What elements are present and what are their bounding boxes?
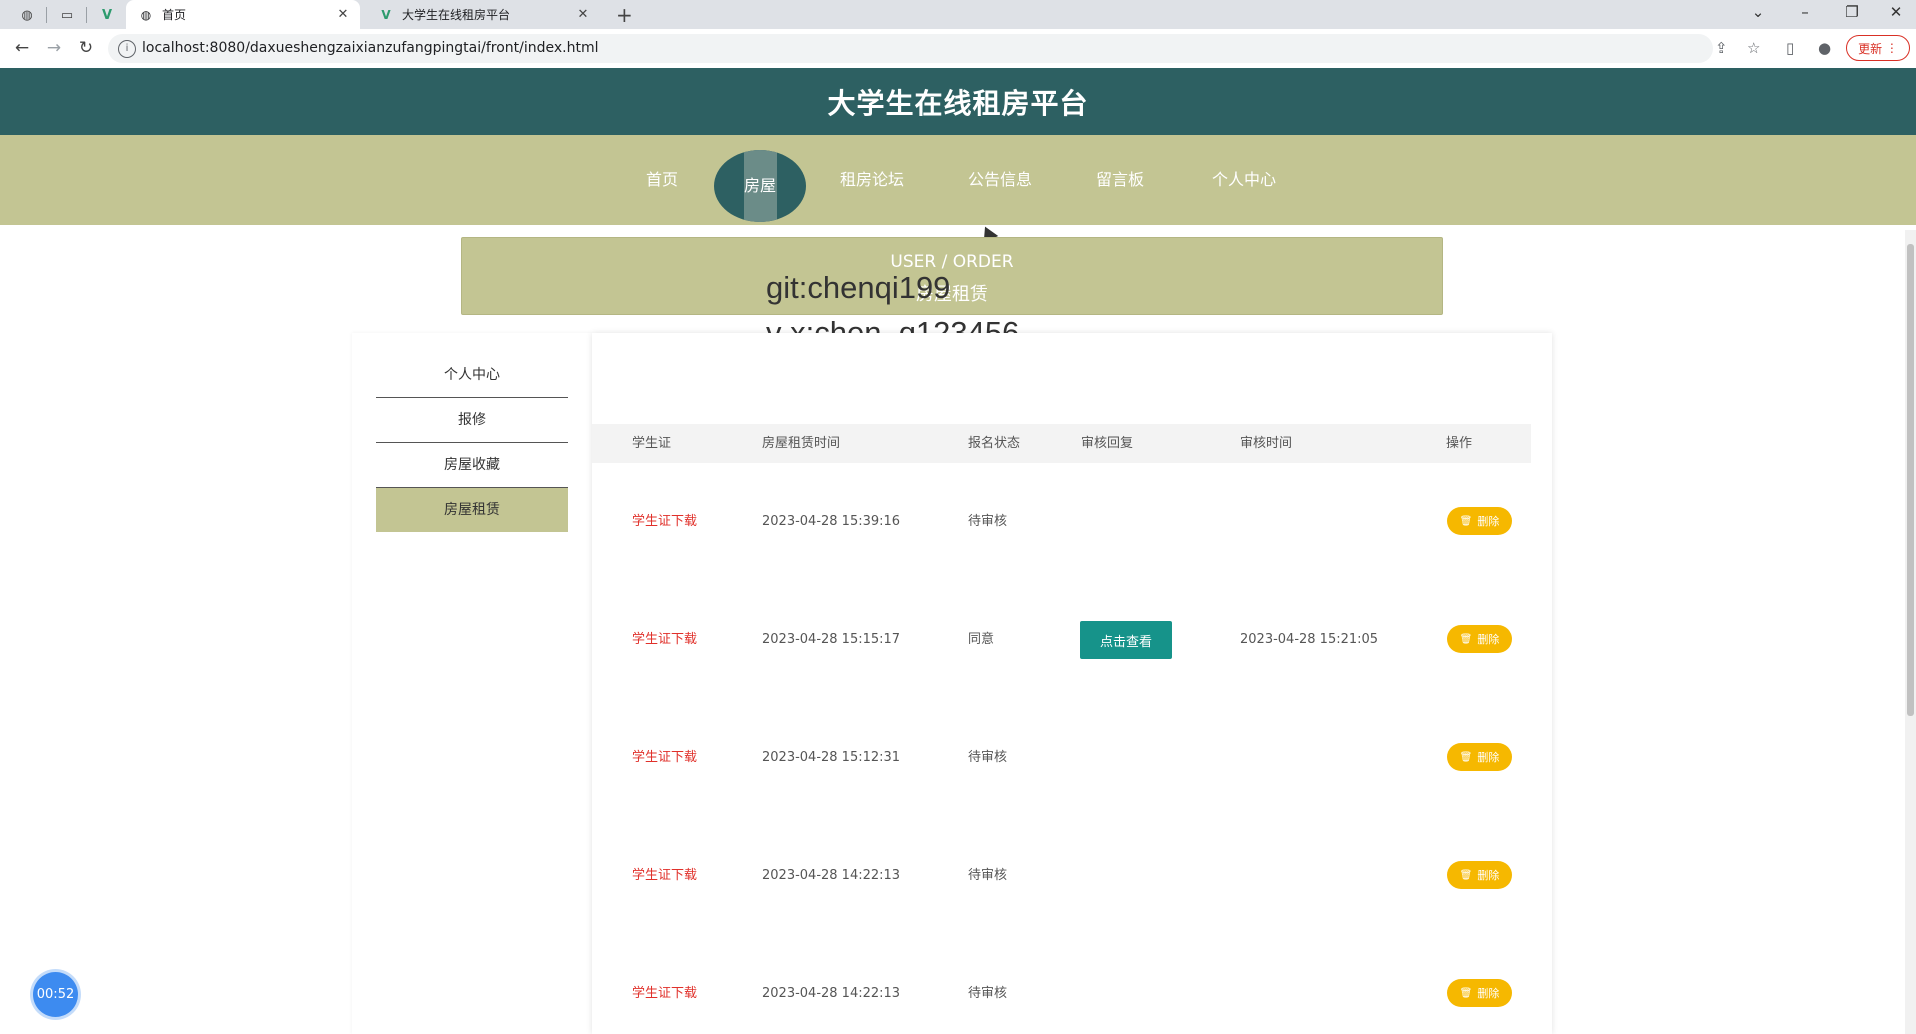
tab-separator: [46, 7, 47, 23]
close-icon[interactable]: ✕: [334, 7, 352, 22]
trash-icon: 🗑: [1459, 633, 1473, 645]
trash-icon: 🗑: [1459, 515, 1473, 527]
vue-logo-icon[interactable]: V: [96, 4, 118, 26]
delete-label: 删除: [1477, 633, 1500, 646]
vue-logo-icon: V: [381, 7, 391, 22]
delete-button[interactable]: 🗑 删除: [1447, 625, 1512, 653]
tab-home[interactable]: ◍ 首页 ✕: [126, 0, 360, 29]
side-item-personal-center[interactable]: 个人中心: [376, 353, 568, 398]
rent-time: 2023-04-28 14:22:13: [762, 868, 901, 883]
nav-houses[interactable]: 房屋: [714, 150, 806, 222]
page-scrollbar[interactable]: [1905, 230, 1916, 1034]
delete-label: 删除: [1477, 515, 1500, 528]
student-id-download-link[interactable]: 学生证下载: [632, 630, 697, 650]
scrollbar-thumb[interactable]: [1907, 244, 1914, 716]
chevron-down-icon[interactable]: ⌄: [1738, 3, 1778, 21]
back-arrow-icon[interactable]: ←: [10, 38, 34, 58]
trash-icon: 🗑: [1459, 987, 1473, 999]
main-nav: 首页 房屋 租房论坛 公告信息 留言板 个人中心: [0, 135, 1916, 225]
star-icon[interactable]: ☆: [1747, 39, 1760, 57]
rent-time: 2023-04-28 15:39:16: [762, 514, 901, 529]
status: 待审核: [968, 868, 1008, 883]
update-button[interactable]: 更新 ⋮: [1846, 35, 1910, 61]
page-banner: USER / ORDER 房屋租赁: [461, 237, 1443, 315]
delete-label: 删除: [1477, 987, 1500, 1000]
close-icon[interactable]: ✕: [574, 7, 592, 22]
delete-button[interactable]: 🗑 删除: [1447, 979, 1512, 1007]
student-id-download-link[interactable]: 学生证下载: [632, 512, 697, 532]
rent-time: 2023-04-28 14:22:13: [762, 986, 901, 1001]
column-header: 房屋租赁时间: [762, 436, 841, 451]
trash-icon: 🗑: [1459, 869, 1473, 881]
browser-tab-strip: ◍ ▭ V ◍ 首页 ✕ V 大学生在线租房平台 ✕ + ⌄ – ❐ ✕: [0, 0, 1916, 29]
student-id-download-link[interactable]: 学生证下载: [632, 984, 697, 1004]
profile-avatar-icon[interactable]: ●: [1818, 39, 1831, 57]
update-label: 更新: [1858, 41, 1883, 56]
nav-houses-label: 房屋: [743, 176, 776, 195]
trash-icon: 🗑: [1459, 751, 1473, 763]
side-item-repair[interactable]: 报修: [376, 398, 568, 443]
delete-label: 删除: [1477, 751, 1500, 764]
new-tab-icon[interactable]: +: [616, 3, 633, 27]
reload-icon[interactable]: ↻: [74, 38, 98, 58]
url-text[interactable]: localhost:8080/daxueshengzaixianzufangpi…: [142, 40, 599, 56]
nav-personal-center[interactable]: 个人中心: [1202, 135, 1286, 225]
column-header: 审核回复: [1081, 436, 1134, 451]
delete-button[interactable]: 🗑 删除: [1447, 743, 1512, 771]
banner-title: 房屋租赁: [916, 284, 988, 305]
status: 待审核: [968, 514, 1008, 529]
tab-title: 首页: [162, 8, 187, 22]
blank-page-icon[interactable]: ▭: [56, 4, 78, 26]
nav-message-board[interactable]: 留言板: [1090, 135, 1150, 225]
status: 待审核: [968, 986, 1008, 1001]
restore-icon[interactable]: ❐: [1832, 3, 1872, 21]
watermark-line-1: git:chenqi199: [766, 270, 951, 305]
info-icon[interactable]: i: [118, 40, 136, 58]
address-bar[interactable]: i localhost:8080/daxueshengzaixianzufang…: [108, 34, 1713, 63]
nav-announcements[interactable]: 公告信息: [960, 135, 1040, 225]
window-close-icon[interactable]: ✕: [1876, 3, 1916, 21]
column-header: 学生证: [632, 436, 672, 451]
student-id-download-link[interactable]: 学生证下载: [632, 748, 697, 768]
recording-timer[interactable]: 00:52: [33, 972, 78, 1017]
minimize-icon[interactable]: –: [1785, 3, 1825, 21]
column-header: 操作: [1446, 436, 1473, 451]
site-header: 大学生在线租房平台: [0, 68, 1916, 135]
column-header: 报名状态: [968, 436, 1021, 451]
side-item-rental[interactable]: 房屋租赁: [376, 488, 568, 532]
share-icon[interactable]: ⇪: [1715, 39, 1728, 57]
delete-button[interactable]: 🗑 删除: [1447, 861, 1512, 889]
sidebar-icon[interactable]: ▯: [1786, 39, 1794, 57]
status: 待审核: [968, 750, 1008, 765]
tab-title: 大学生在线租房平台: [402, 8, 511, 22]
side-item-favorites[interactable]: 房屋收藏: [376, 443, 568, 488]
rent-time: 2023-04-28 15:12:31: [762, 750, 901, 765]
site-title: 大学生在线租房平台: [827, 86, 1089, 120]
tab-rental-platform[interactable]: V 大学生在线租房平台 ✕: [366, 0, 600, 29]
nav-forum[interactable]: 租房论坛: [832, 135, 912, 225]
delete-label: 删除: [1477, 869, 1500, 882]
status: 同意: [968, 632, 995, 647]
browser-toolbar: ← → ↻ i localhost:8080/daxueshengzaixian…: [0, 29, 1916, 69]
globe-icon: ◍: [140, 7, 152, 22]
tab-separator: [86, 7, 87, 23]
table-header: 学生证 房屋租赁时间 报名状态 审核回复 审核时间 操作: [592, 424, 1531, 463]
column-header: 审核时间: [1240, 436, 1293, 451]
view-reply-button[interactable]: 点击查看: [1080, 621, 1172, 659]
banner-subtitle: USER / ORDER: [890, 252, 1014, 272]
globe-icon[interactable]: ◍: [16, 4, 38, 26]
rent-time: 2023-04-28 15:15:17: [762, 632, 901, 647]
student-id-download-link[interactable]: 学生证下载: [632, 866, 697, 886]
nav-home[interactable]: 首页: [634, 135, 690, 225]
review-time: 2023-04-28 15:21:05: [1240, 632, 1379, 647]
forward-arrow-icon[interactable]: →: [42, 38, 66, 58]
delete-button[interactable]: 🗑 删除: [1447, 507, 1512, 535]
